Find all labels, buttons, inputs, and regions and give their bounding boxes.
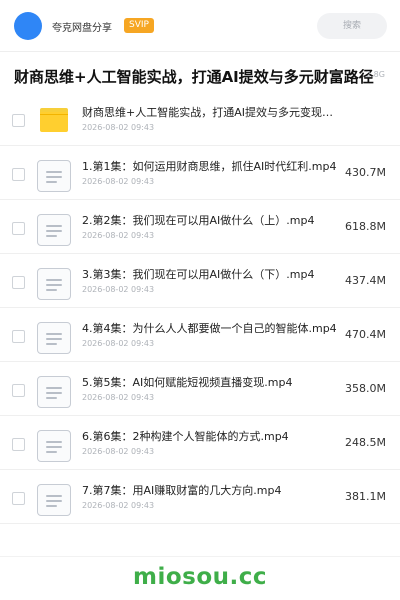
file-name: 财商思维+人工智能实战，打通AI提效与多元变现路径 <box>82 106 338 119</box>
checkbox[interactable] <box>12 114 25 127</box>
file-size: 381.1M <box>345 490 386 503</box>
folder-icon <box>40 108 68 132</box>
video-file-icon <box>37 376 71 408</box>
list-item[interactable]: 4.第4集：为什么人人都要做一个自己的智能体.mp4 2026-08-02 09… <box>0 308 400 362</box>
file-name: 1.第1集：如何运用财商思维，抓住AI时代红利.mp4 <box>82 160 337 173</box>
file-size: 618.8M <box>345 220 386 233</box>
file-date: 2026-08-02 09:43 <box>82 447 155 456</box>
file-size: 470.4M <box>345 328 386 341</box>
file-name: 3.第3集：我们现在可以用AI做什么（下）.mp4 <box>82 268 315 281</box>
list-item[interactable]: 财商思维+人工智能实战，打通AI提效与多元变现路径 2026-08-02 09:… <box>0 92 400 146</box>
file-name: 5.第5集：AI如何赋能短视频直播变现.mp4 <box>82 376 293 389</box>
file-date: 2026-08-02 09:43 <box>82 231 155 240</box>
checkbox[interactable] <box>12 492 25 505</box>
file-list: 财商思维+人工智能实战，打通AI提效与多元变现路径 2026-08-02 09:… <box>0 92 400 524</box>
video-file-icon <box>37 214 71 246</box>
folder-size: 2.8G <box>366 70 385 79</box>
checkbox[interactable] <box>12 222 25 235</box>
checkbox[interactable] <box>12 438 25 451</box>
video-file-icon <box>37 430 71 462</box>
file-size: 430.7M <box>345 166 386 179</box>
list-item[interactable]: 6.第6集：2种构建个人智能体的方式.mp4 2026-08-02 09:43 … <box>0 416 400 470</box>
checkbox[interactable] <box>12 384 25 397</box>
list-item[interactable]: 3.第3集：我们现在可以用AI做什么（下）.mp4 2026-08-02 09:… <box>0 254 400 308</box>
user-name: 夸克网盘分享 <box>52 23 112 34</box>
top-bar: 夸克网盘分享 SVIP 搜索 <box>0 0 400 52</box>
search-input[interactable]: 搜索 <box>317 13 387 39</box>
list-item[interactable]: 5.第5集：AI如何赋能短视频直播变现.mp4 2026-08-02 09:43… <box>0 362 400 416</box>
file-name: 7.第7集：用AI赚取财富的几大方向.mp4 <box>82 484 282 497</box>
file-date: 2026-08-02 09:43 <box>82 285 155 294</box>
file-date: 2026-08-02 09:43 <box>82 177 155 186</box>
site-logo[interactable]: miosou.cc <box>0 564 400 590</box>
file-date: 2026-08-02 09:43 <box>82 339 155 348</box>
avatar[interactable] <box>14 12 42 40</box>
list-item[interactable]: 7.第7集：用AI赚取财富的几大方向.mp4 2026-08-02 09:43 … <box>0 470 400 524</box>
file-date: 2026-08-02 09:43 <box>82 501 155 510</box>
file-size: 437.4M <box>345 274 386 287</box>
video-file-icon <box>37 268 71 300</box>
video-file-icon <box>37 160 71 192</box>
checkbox[interactable] <box>12 276 25 289</box>
checkbox[interactable] <box>12 168 25 181</box>
file-name: 2.第2集：我们现在可以用AI做什么（上）.mp4 <box>82 214 315 227</box>
file-size: 358.0M <box>345 382 386 395</box>
file-name: 6.第6集：2种构建个人智能体的方式.mp4 <box>82 430 289 443</box>
page-title: 财商思维+人工智能实战，打通AI提效与多元财富路径 <box>14 68 374 86</box>
video-file-icon <box>37 322 71 354</box>
video-file-icon <box>37 484 71 516</box>
checkbox[interactable] <box>12 330 25 343</box>
file-date: 2026-08-02 09:43 <box>82 123 155 132</box>
list-item[interactable]: 1.第1集：如何运用财商思维，抓住AI时代红利.mp4 2026-08-02 0… <box>0 146 400 200</box>
svip-badge: SVIP <box>124 18 154 33</box>
file-date: 2026-08-02 09:43 <box>82 393 155 402</box>
file-size: 248.5M <box>345 436 386 449</box>
list-item[interactable]: 2.第2集：我们现在可以用AI做什么（上）.mp4 2026-08-02 09:… <box>0 200 400 254</box>
file-name: 4.第4集：为什么人人都要做一个自己的智能体.mp4 <box>82 322 337 335</box>
